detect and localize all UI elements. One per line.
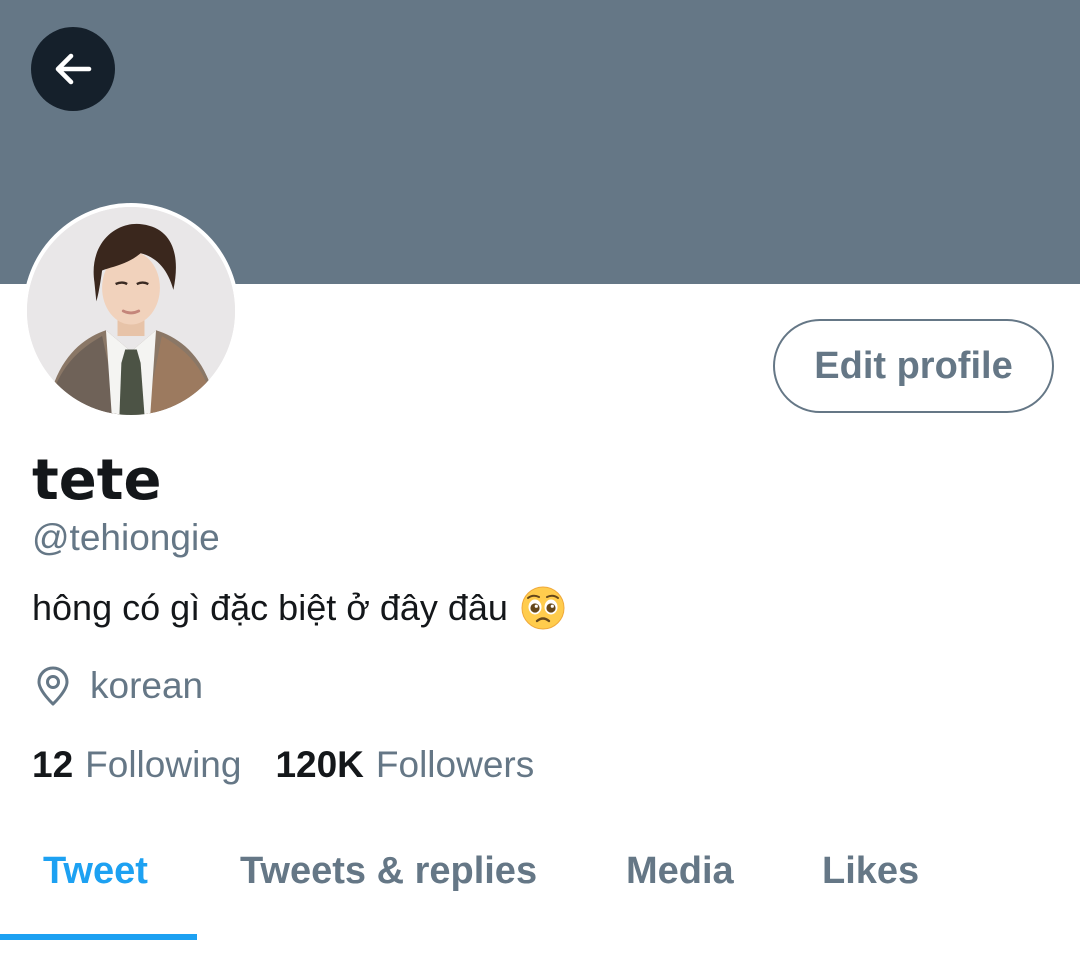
display-name: tete xyxy=(32,448,162,513)
profile-tabs: Tweet Tweets & replies Media Likes xyxy=(0,830,1080,942)
location-pin-icon xyxy=(37,666,69,706)
following-label: Following xyxy=(85,744,242,785)
pleading-face-emoji-icon xyxy=(520,585,566,631)
active-tab-indicator xyxy=(0,934,197,940)
tab-media[interactable]: Media xyxy=(626,850,734,900)
follow-stats: 12 Following 120K Followers xyxy=(32,740,534,790)
followers-label: Followers xyxy=(375,744,535,785)
edit-profile-button[interactable]: Edit profile xyxy=(773,319,1054,413)
following-count: 12 xyxy=(32,744,74,785)
back-button[interactable] xyxy=(31,27,115,111)
tab-tweets-replies[interactable]: Tweets & replies xyxy=(240,850,537,900)
profile-location: korean xyxy=(34,662,203,710)
tab-likes[interactable]: Likes xyxy=(822,850,919,900)
avatar-image xyxy=(27,207,235,415)
arrow-left-icon xyxy=(55,53,92,85)
profile-avatar[interactable] xyxy=(23,203,239,419)
followers-count: 120K xyxy=(275,744,364,785)
profile-screen: Edit profile tete @tehiongie hông có gì … xyxy=(0,0,1080,973)
user-handle: @tehiongie xyxy=(32,517,220,558)
tab-tweet[interactable]: Tweet xyxy=(43,850,148,900)
following-link[interactable]: 12 Following xyxy=(32,744,241,786)
location-text: korean xyxy=(90,665,204,706)
followers-link[interactable]: 120K Followers xyxy=(275,744,534,786)
profile-bio: hông có gì đặc biệt ở đây đâu xyxy=(32,584,566,632)
bio-text: hông có gì đặc biệt ở đây đâu xyxy=(32,587,508,628)
